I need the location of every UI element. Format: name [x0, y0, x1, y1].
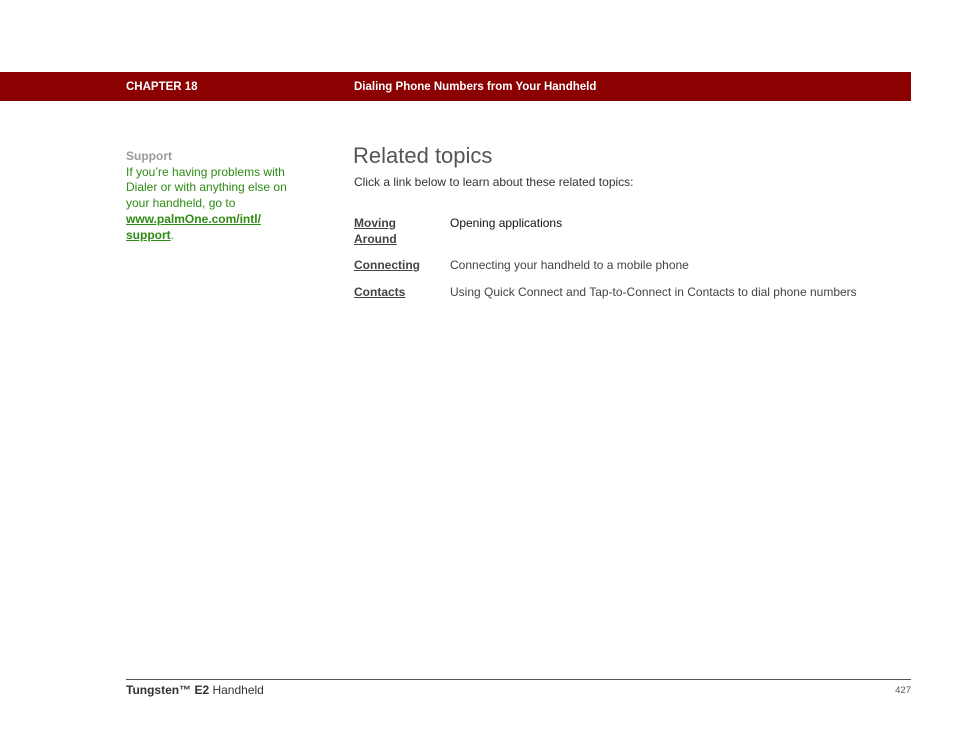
- footer-product: Tungsten™ E2 Handheld: [126, 683, 264, 697]
- support-body: If you’re having problems with Dialer or…: [126, 164, 287, 211]
- support-link-line2: support: [126, 227, 171, 242]
- topic-link-contacts[interactable]: Contacts: [354, 285, 420, 301]
- topic-description: Using Quick Connect and Tap-to-Connect i…: [450, 284, 857, 299]
- related-topics-list: Moving Around Opening applications Conne…: [354, 216, 904, 311]
- support-text: If you’re having problems with Dialer or…: [126, 165, 296, 244]
- chapter-number: CHAPTER 18: [126, 81, 198, 93]
- topic-row-contacts: Contacts Using Quick Connect and Tap-to-…: [354, 285, 904, 301]
- support-sidebar: Support If you’re having problems with D…: [126, 149, 296, 243]
- topic-link-moving-around[interactable]: Moving Around: [354, 216, 420, 247]
- support-trailing: .: [170, 227, 175, 242]
- support-heading: Support: [126, 149, 172, 163]
- page-number: 427: [895, 685, 911, 696]
- support-link-line1: www.palmOne.com/intl/: [126, 211, 261, 226]
- topic-link-line1: Moving: [354, 216, 396, 230]
- topic-description: Opening applications: [450, 216, 563, 230]
- chapter-title: Dialing Phone Numbers from Your Handheld: [354, 81, 597, 93]
- topic-description: Connecting your handheld to a mobile pho…: [450, 258, 689, 272]
- topic-row-connecting: Connecting Connecting your handheld to a…: [354, 258, 904, 274]
- topic-link-connecting[interactable]: Connecting: [354, 258, 420, 274]
- chapter-header-bar: CHAPTER 18 Dialing Phone Numbers from Yo…: [0, 72, 911, 101]
- footer-product-suffix: Handheld: [209, 683, 264, 697]
- intro-text: Click a link below to learn about these …: [354, 175, 634, 189]
- page-title: Related topics: [353, 143, 493, 168]
- footer-divider: [126, 679, 911, 680]
- topic-row-moving-around: Moving Around Opening applications: [354, 216, 904, 247]
- support-link[interactable]: www.palmOne.com/intl/support: [126, 212, 261, 242]
- topic-link-line2: Around: [354, 231, 397, 246]
- footer-product-name: Tungsten™ E2: [126, 683, 210, 697]
